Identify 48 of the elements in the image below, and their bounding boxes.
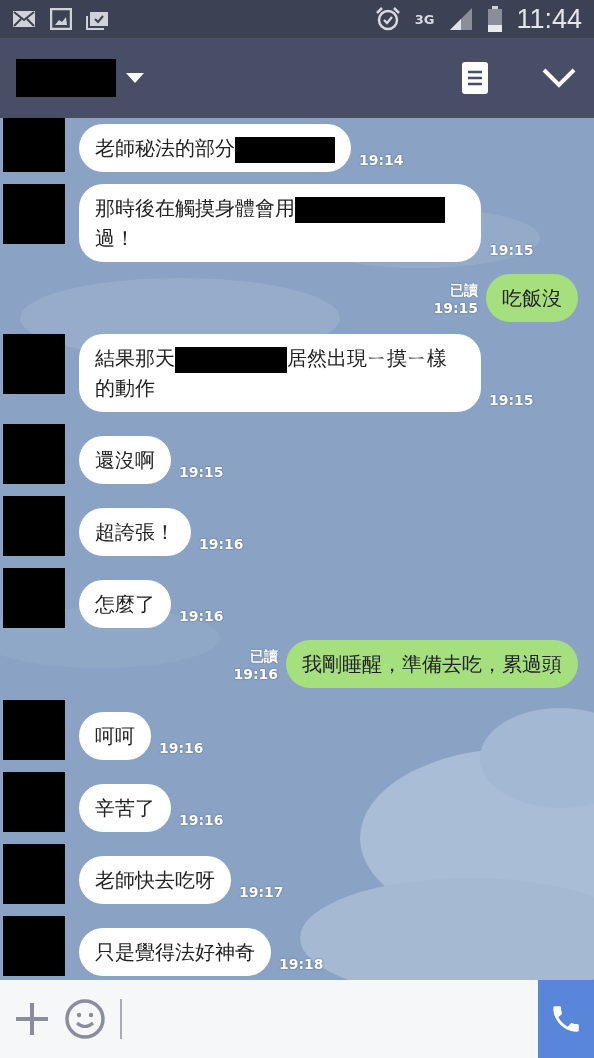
call-button[interactable] [538, 980, 594, 1058]
message-bubble: 辛苦了 [79, 784, 171, 832]
avatar-redaction [3, 916, 65, 976]
mail-icon [12, 10, 36, 28]
message-bubble: 那時後在觸摸身體會用 過！ [79, 184, 481, 262]
plus-icon[interactable] [14, 1001, 50, 1037]
avatar-redaction [3, 334, 65, 394]
message-bubble: 超誇張！ [79, 508, 191, 556]
message-time: 19:15 [433, 300, 478, 316]
message-time: 19:16 [179, 812, 224, 828]
read-receipt: 已讀 [450, 282, 478, 300]
avatar-redaction [3, 568, 65, 628]
message-time: 19:15 [489, 242, 534, 258]
avatar-redaction [3, 118, 65, 172]
emoji-icon[interactable] [64, 998, 106, 1040]
alarm-icon [374, 6, 401, 32]
message-bubble: 吃飯沒 [486, 274, 578, 322]
message-time: 19:16 [199, 536, 244, 552]
message-time: 19:14 [359, 152, 404, 168]
avatar-redaction [3, 184, 65, 244]
message-bubble: 我剛睡醒，準備去吃，累過頭 [286, 640, 578, 688]
signal-icon [448, 6, 475, 32]
message-bubble: 只是覺得法好神奇 [79, 928, 271, 976]
message-time: 19:16 [233, 666, 278, 682]
battery-icon [488, 6, 503, 32]
image-icon [50, 8, 72, 30]
message-time: 19:16 [179, 608, 224, 624]
dropdown-caret-icon[interactable] [126, 73, 144, 83]
network-label: 3G [414, 12, 435, 26]
message-bubble: 結果那天 居然出現ㄧ摸ㄧ樣的動作 [79, 334, 481, 412]
message-bubble: 怎麼了 [79, 580, 171, 628]
message-time: 19:16 [159, 740, 204, 756]
message-time: 19:17 [239, 884, 284, 900]
note-icon[interactable] [462, 62, 488, 94]
status-time: 11:44 [516, 3, 582, 35]
message-bubble: 還沒啊 [79, 436, 171, 484]
message-bubble: 老師快去吃呀 [79, 856, 231, 904]
message-bubble: 老師秘法的部分 [79, 124, 351, 172]
chevron-down-icon[interactable] [542, 68, 576, 88]
message-time: 19:18 [279, 956, 324, 972]
avatar-redaction [3, 700, 65, 760]
message-time: 19:15 [179, 464, 224, 480]
avatar-redaction [3, 844, 65, 904]
avatar-redaction [3, 772, 65, 832]
message-time: 19:15 [489, 392, 534, 408]
read-receipt: 已讀 [250, 648, 278, 666]
avatar-redaction [3, 424, 65, 484]
avatar-redaction [3, 496, 65, 556]
